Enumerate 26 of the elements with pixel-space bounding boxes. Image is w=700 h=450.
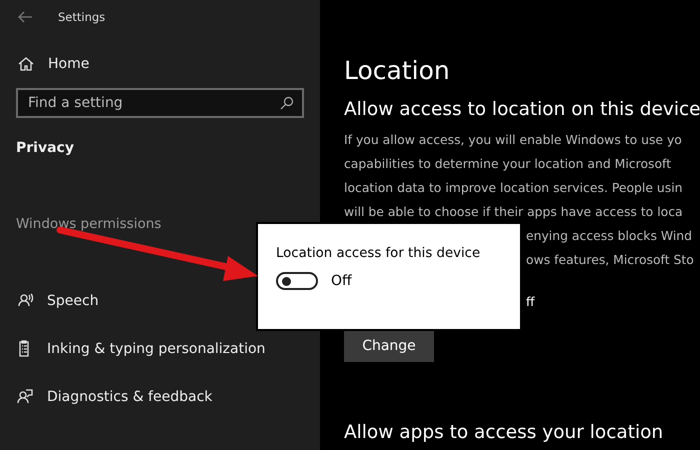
section-label: Windows permissions [16,216,162,232]
section-heading: Allow access to location on this device [344,99,700,120]
toggle-switch[interactable] [276,272,318,290]
window-title: Settings [58,10,106,24]
search-field[interactable]: Find a setting [16,88,304,118]
page-title: Location [344,56,451,85]
category-heading: Privacy [16,140,75,156]
home-nav-item[interactable]: Home [16,56,304,72]
description-line: If you allow access, you will enable Windows to use yo [344,132,682,147]
search-icon [280,96,294,110]
section-heading: Allow apps to access your location [344,422,664,443]
description-line: enying access blocks Wind [526,228,692,243]
description-line: ows features, Microsoft Sto [526,252,694,267]
person-chat-icon [16,388,34,406]
toggle-state: Off [331,273,352,289]
description-line: capabilities to determine your location and Microsoft [344,156,672,171]
home-icon [18,56,34,72]
back-arrow-icon[interactable] [18,11,32,23]
sidebar-item[interactable]: Diagnostics & feedback [16,373,304,421]
sidebar-item[interactable]: Inking & typing personalization [16,325,304,373]
toggle-label: Location access for this device [276,246,482,261]
sidebar-item[interactable]: Speech [16,277,304,325]
description-line: location data to improve location services. People usin [344,180,683,195]
status-text: ff [526,294,535,309]
description-line: will be able to choose if their apps have access to loca [344,204,683,219]
change-button[interactable]: Change [344,330,434,362]
